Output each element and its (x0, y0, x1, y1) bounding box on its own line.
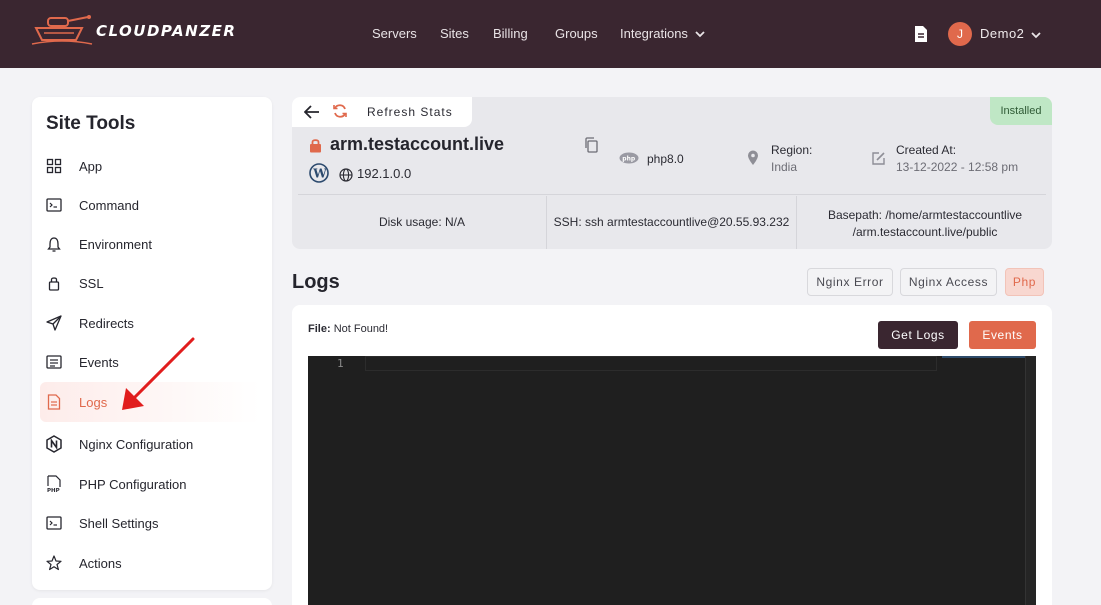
sidebar-item-label: App (79, 158, 103, 174)
brand-name: CLOUDPANZER (96, 22, 237, 40)
sidebar-item-label: Events (79, 354, 119, 370)
get-logs-button[interactable]: Get Logs (878, 321, 958, 349)
annotation-arrow-icon (122, 337, 195, 410)
terminal-icon (45, 514, 63, 532)
sidebar-item-php-configuration[interactable]: PHP PHP Configuration (40, 464, 260, 504)
nav-sites[interactable]: Sites (440, 26, 469, 41)
sidebar-title: Site Tools (46, 113, 136, 134)
back-arrow-icon[interactable] (304, 105, 320, 119)
sidebar-secondary-card (32, 598, 272, 605)
region-label: Region: (771, 143, 813, 157)
ssh-info: SSH: ssh armtestaccountlive@20.55.93.232 (549, 215, 794, 229)
ssh-label: SSH: (553, 215, 582, 229)
terminal-icon (45, 196, 63, 214)
nav-groups[interactable]: Groups (555, 26, 598, 41)
wordpress-icon: W (309, 163, 329, 183)
basepath-line1: /home/armtestaccountlive (885, 208, 1023, 222)
region-value: India (771, 160, 798, 174)
edit-icon (872, 152, 885, 165)
sidebar-item-command[interactable]: Command (40, 185, 260, 225)
user-avatar[interactable]: J (948, 22, 972, 46)
divider (796, 196, 797, 249)
sidebar-item-ssl[interactable]: SSL (40, 263, 260, 303)
lock-icon (45, 274, 63, 292)
active-line-highlight (365, 356, 937, 371)
disk-usage-label: Disk usage: (378, 215, 442, 229)
tank-logo-icon (31, 15, 93, 45)
divider (546, 196, 547, 249)
sidebar-item-shell-settings[interactable]: Shell Settings (40, 503, 260, 543)
location-pin-icon (748, 150, 758, 165)
php-version: php8.0 (647, 152, 684, 166)
sidebar-item-app[interactable]: App (40, 146, 260, 186)
basepath-info: Basepath: /home/armtestaccountlive /arm.… (800, 207, 1050, 241)
sidebar-item-label: PHP Configuration (79, 476, 187, 492)
sidebar-item-label: Command (79, 197, 139, 213)
user-name[interactable]: Demo2 (980, 26, 1024, 41)
svg-text:W: W (312, 167, 327, 181)
logs-title: Logs (292, 271, 340, 293)
list-icon (45, 353, 63, 371)
file-value: Not Found! (333, 323, 389, 335)
send-icon (45, 314, 63, 332)
chevron-down-icon (695, 30, 705, 37)
svg-text:php: php (622, 155, 636, 162)
site-domain: arm.testaccount.live (330, 134, 505, 154)
log-editor[interactable] (308, 356, 1036, 605)
sidebar-item-actions[interactable]: Actions (40, 543, 260, 583)
nav-integrations-label: Integrations (620, 26, 688, 41)
tab-nginx-access[interactable]: Nginx Access (900, 268, 997, 296)
lock-icon (310, 139, 321, 153)
brand-logo[interactable]: CLOUDPANZER (30, 12, 235, 48)
sidebar-item-label: Logs (79, 394, 108, 410)
disk-usage-value: N/A (445, 215, 466, 229)
star-icon (45, 554, 63, 572)
divider (298, 194, 1046, 195)
editor-scrollbar[interactable] (1025, 356, 1036, 605)
sidebar-item-label: Redirects (79, 315, 134, 331)
ssh-command: ssh armtestaccountlive@20.55.93.232 (585, 215, 790, 229)
php-logo-icon: php (619, 152, 639, 164)
refresh-icon[interactable] (332, 103, 348, 119)
site-ip: 192.1.0.0 (357, 166, 412, 181)
php-file-icon: PHP (45, 475, 63, 493)
tab-php[interactable]: Php (1005, 268, 1044, 296)
nav-servers[interactable]: Servers (372, 26, 417, 41)
tab-nginx-error[interactable]: Nginx Error (807, 268, 893, 296)
sidebar-item-label: Shell Settings (79, 515, 159, 531)
disk-usage: Disk usage: N/A (300, 215, 544, 229)
created-value: 13-12-2022 - 12:58 pm (896, 160, 1019, 174)
events-button[interactable]: Events (969, 321, 1036, 349)
file-icon (45, 393, 63, 411)
sidebar-item-environment[interactable]: Environment (40, 224, 260, 264)
editor-scroll-indicator (942, 356, 1026, 358)
globe-icon (339, 168, 353, 182)
sidebar-item-label: Environment (79, 236, 152, 252)
nav-billing[interactable]: Billing (493, 26, 528, 41)
refresh-stats-bar: Refresh Stats (292, 97, 472, 127)
chevron-down-icon[interactable] (1030, 29, 1042, 41)
bell-icon (45, 235, 63, 253)
copy-icon[interactable] (584, 137, 599, 153)
nav-integrations[interactable]: Integrations (620, 26, 706, 41)
sidebar-item-label: SSL (79, 275, 104, 291)
top-navbar: CLOUDPANZER Servers Sites Billing Groups… (0, 0, 1101, 68)
basepath-label: Basepath: (827, 208, 882, 222)
document-icon[interactable] (913, 25, 929, 43)
refresh-stats-button[interactable]: Refresh Stats (367, 105, 453, 119)
created-label: Created At: (896, 143, 957, 157)
sidebar-item-nginx-configuration[interactable]: Nginx Configuration (40, 424, 260, 464)
file-status: File: Not Found! (308, 323, 388, 335)
basepath-line2: /arm.testaccount.live/public (852, 225, 998, 239)
nginx-icon (45, 435, 63, 453)
sidebar-item-label: Nginx Configuration (79, 436, 194, 452)
grid-icon (45, 157, 63, 175)
svg-text:PHP: PHP (47, 488, 60, 493)
line-number: 1 (337, 357, 344, 370)
status-badge: Installed (990, 97, 1052, 125)
file-label: File: (308, 323, 331, 335)
sidebar-item-label: Actions (79, 555, 122, 571)
